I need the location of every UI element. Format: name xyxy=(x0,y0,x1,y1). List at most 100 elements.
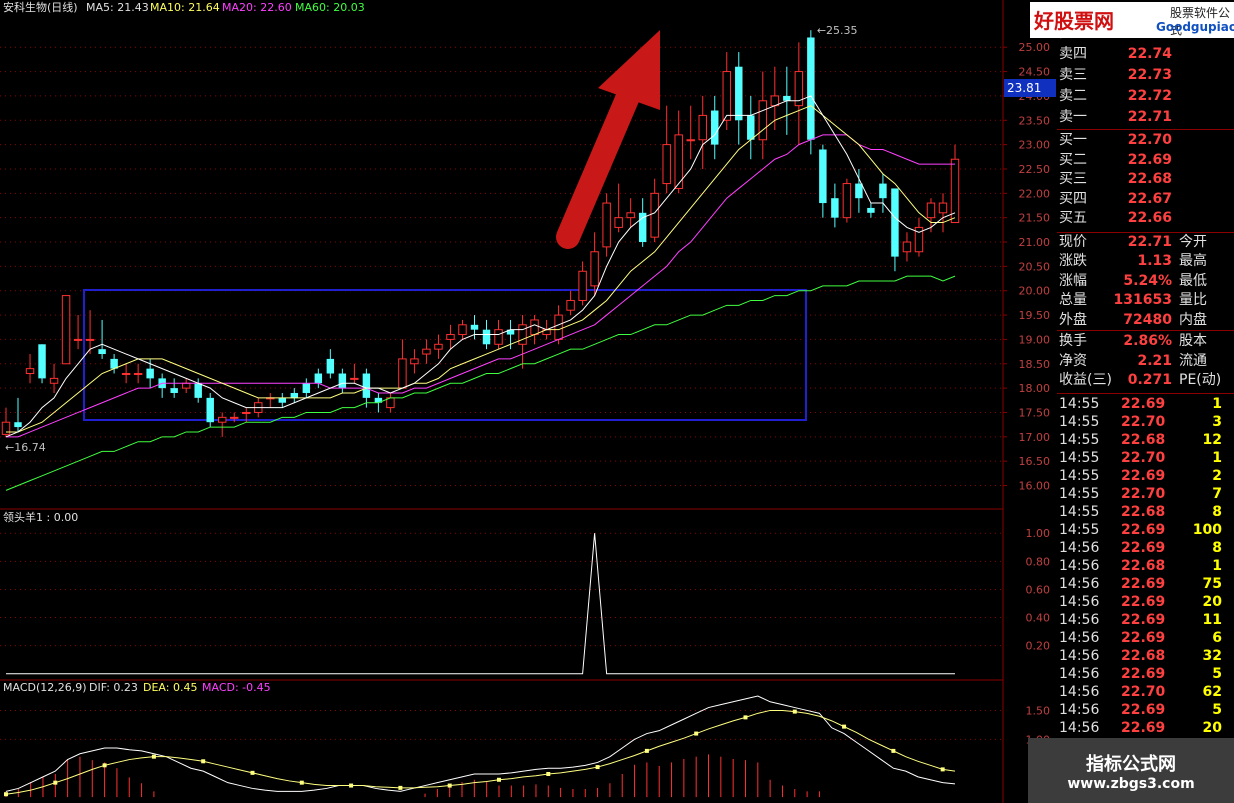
tick-volume: 11 xyxy=(1202,611,1222,628)
y-tick-label: 17.50 xyxy=(1019,406,1051,419)
candle-body-up xyxy=(686,139,695,142)
stock-title: 安科生物(日线) xyxy=(3,0,78,14)
candle-body-up xyxy=(1,421,11,435)
candle-body-down xyxy=(482,329,491,345)
macd-dea-marker xyxy=(151,754,156,759)
candle-body-up xyxy=(49,377,59,384)
ask-row: 卖一 22.71 xyxy=(1057,108,1234,127)
ask-row: 卖三 22.73 xyxy=(1057,66,1234,85)
ma20-line xyxy=(6,134,955,438)
y-tick-label: 0.40 xyxy=(1026,612,1051,625)
kline-chart: 安科生物(日线) MA5: 21.43 MA10: 21.64 MA20: 22… xyxy=(0,0,1051,803)
tick-row: 14:56 22.69 6 xyxy=(1057,629,1234,648)
ask-price: 22.72 xyxy=(1127,88,1172,104)
bid-row: 买四 22.67 xyxy=(1057,190,1234,209)
tick-time: 14:55 xyxy=(1059,413,1100,430)
tick-time: 14:56 xyxy=(1059,719,1100,736)
candle-body-up xyxy=(121,373,131,376)
watermark-top-text: 好股票网 xyxy=(1034,9,1114,33)
candle-body-up xyxy=(578,270,587,301)
tick-price: 22.69 xyxy=(1121,701,1166,718)
tick-price: 22.69 xyxy=(1121,521,1166,538)
tick-price: 22.69 xyxy=(1121,539,1166,556)
candle-body-down xyxy=(879,183,887,199)
candle-body-up xyxy=(662,144,671,185)
tick-price: 22.69 xyxy=(1121,719,1166,736)
candle-body-up xyxy=(181,382,191,389)
y-tick-label: 20.00 xyxy=(1019,285,1051,298)
candle-body-down xyxy=(38,344,46,379)
quote-label-2: 今开 xyxy=(1179,233,1207,250)
tick-row: 14:56 22.69 20 xyxy=(1057,719,1234,738)
tick-volume: 3 xyxy=(1212,413,1222,430)
macd-dea-marker xyxy=(743,715,748,720)
candle-body-up xyxy=(73,338,83,341)
quote-label: 收益(三) xyxy=(1059,372,1112,388)
bid-price: 22.70 xyxy=(1127,132,1172,148)
bid-price: 22.67 xyxy=(1127,190,1172,207)
y-tick-label: 0.20 xyxy=(1026,640,1051,653)
candle-body-up xyxy=(350,377,359,380)
bid-label: 买一 xyxy=(1059,132,1087,148)
macd-dea-marker xyxy=(595,765,600,770)
candle-body-up xyxy=(842,183,852,219)
bid-row: 买二 22.69 xyxy=(1057,151,1234,170)
quote-value: 2.21 xyxy=(1137,352,1172,369)
tick-volume: 75 xyxy=(1202,575,1222,592)
tick-volume: 1 xyxy=(1212,557,1222,574)
candle-body-down xyxy=(819,149,827,204)
bid-row: 买五 22.66 xyxy=(1057,209,1234,228)
candle-body-up xyxy=(410,358,419,365)
quote-label-2: 流通 xyxy=(1179,352,1207,369)
ask-price: 22.73 xyxy=(1127,67,1172,83)
candle-body-down xyxy=(855,183,863,199)
ask-label: 卖四 xyxy=(1059,46,1087,62)
quote-value: 22.71 xyxy=(1127,233,1172,250)
candle-body-up xyxy=(494,329,503,345)
tick-volume: 1 xyxy=(1212,395,1222,412)
quote-value: 5.24% xyxy=(1123,272,1172,289)
candle-body-up xyxy=(614,217,623,228)
macd-title: MACD(12,26,9) xyxy=(3,681,87,694)
bid-price: 22.69 xyxy=(1127,151,1172,168)
y-tick-label: 25.00 xyxy=(1019,41,1051,54)
candle-body-up xyxy=(133,373,143,376)
macd-dea-marker xyxy=(250,770,255,775)
quote-label: 涨跌 xyxy=(1059,253,1087,269)
macd-dea-marker xyxy=(546,772,551,776)
candle-body-up xyxy=(626,212,635,219)
tick-row: 14:55 22.70 3 xyxy=(1057,413,1234,432)
macd-dea-marker xyxy=(891,748,896,753)
quote-value: 0.271 xyxy=(1127,372,1172,388)
macd-dea-marker xyxy=(644,748,649,753)
ma60-line xyxy=(5,275,956,491)
quote-panel: 卖五22.75卖四22.74卖三22.73卖二22.72卖一22.71买一22.… xyxy=(1057,0,1234,803)
bid-row: 买三 22.68 xyxy=(1057,170,1234,189)
candle-body-down xyxy=(747,115,755,140)
candle-body-up xyxy=(518,324,527,345)
tick-row: 14:56 22.69 11 xyxy=(1057,611,1234,630)
candle-body-up xyxy=(25,368,35,375)
tick-volume: 6 xyxy=(1212,629,1222,646)
candle-body-down xyxy=(302,383,311,393)
tick-row: 14:56 22.68 1 xyxy=(1057,557,1234,576)
tick-time: 14:56 xyxy=(1059,611,1100,628)
quote-value: 72480 xyxy=(1123,311,1172,328)
bid-label: 买五 xyxy=(1059,210,1087,226)
y-tick-label: 17.00 xyxy=(1019,431,1051,444)
tick-price: 22.68 xyxy=(1121,647,1166,664)
tick-row: 14:55 22.70 1 xyxy=(1057,449,1234,468)
quote-label: 外盘 xyxy=(1059,311,1087,328)
bid-price: 22.68 xyxy=(1127,171,1172,187)
ask-label: 卖三 xyxy=(1059,67,1087,83)
tick-time: 14:56 xyxy=(1059,539,1100,556)
candle-body-up xyxy=(554,314,563,340)
macd-dif-label: DIF: 0.23 xyxy=(89,681,138,694)
bid-price: 22.66 xyxy=(1127,210,1172,226)
consolidation-box xyxy=(83,289,807,421)
ma20-label: MA20: 22.60 xyxy=(222,1,292,14)
y-tick-label: 19.50 xyxy=(1019,309,1051,322)
tick-time: 14:55 xyxy=(1059,521,1100,538)
indicator1-title: 领头羊1 : 0.00 xyxy=(3,510,78,524)
candle-body-up xyxy=(698,114,707,141)
